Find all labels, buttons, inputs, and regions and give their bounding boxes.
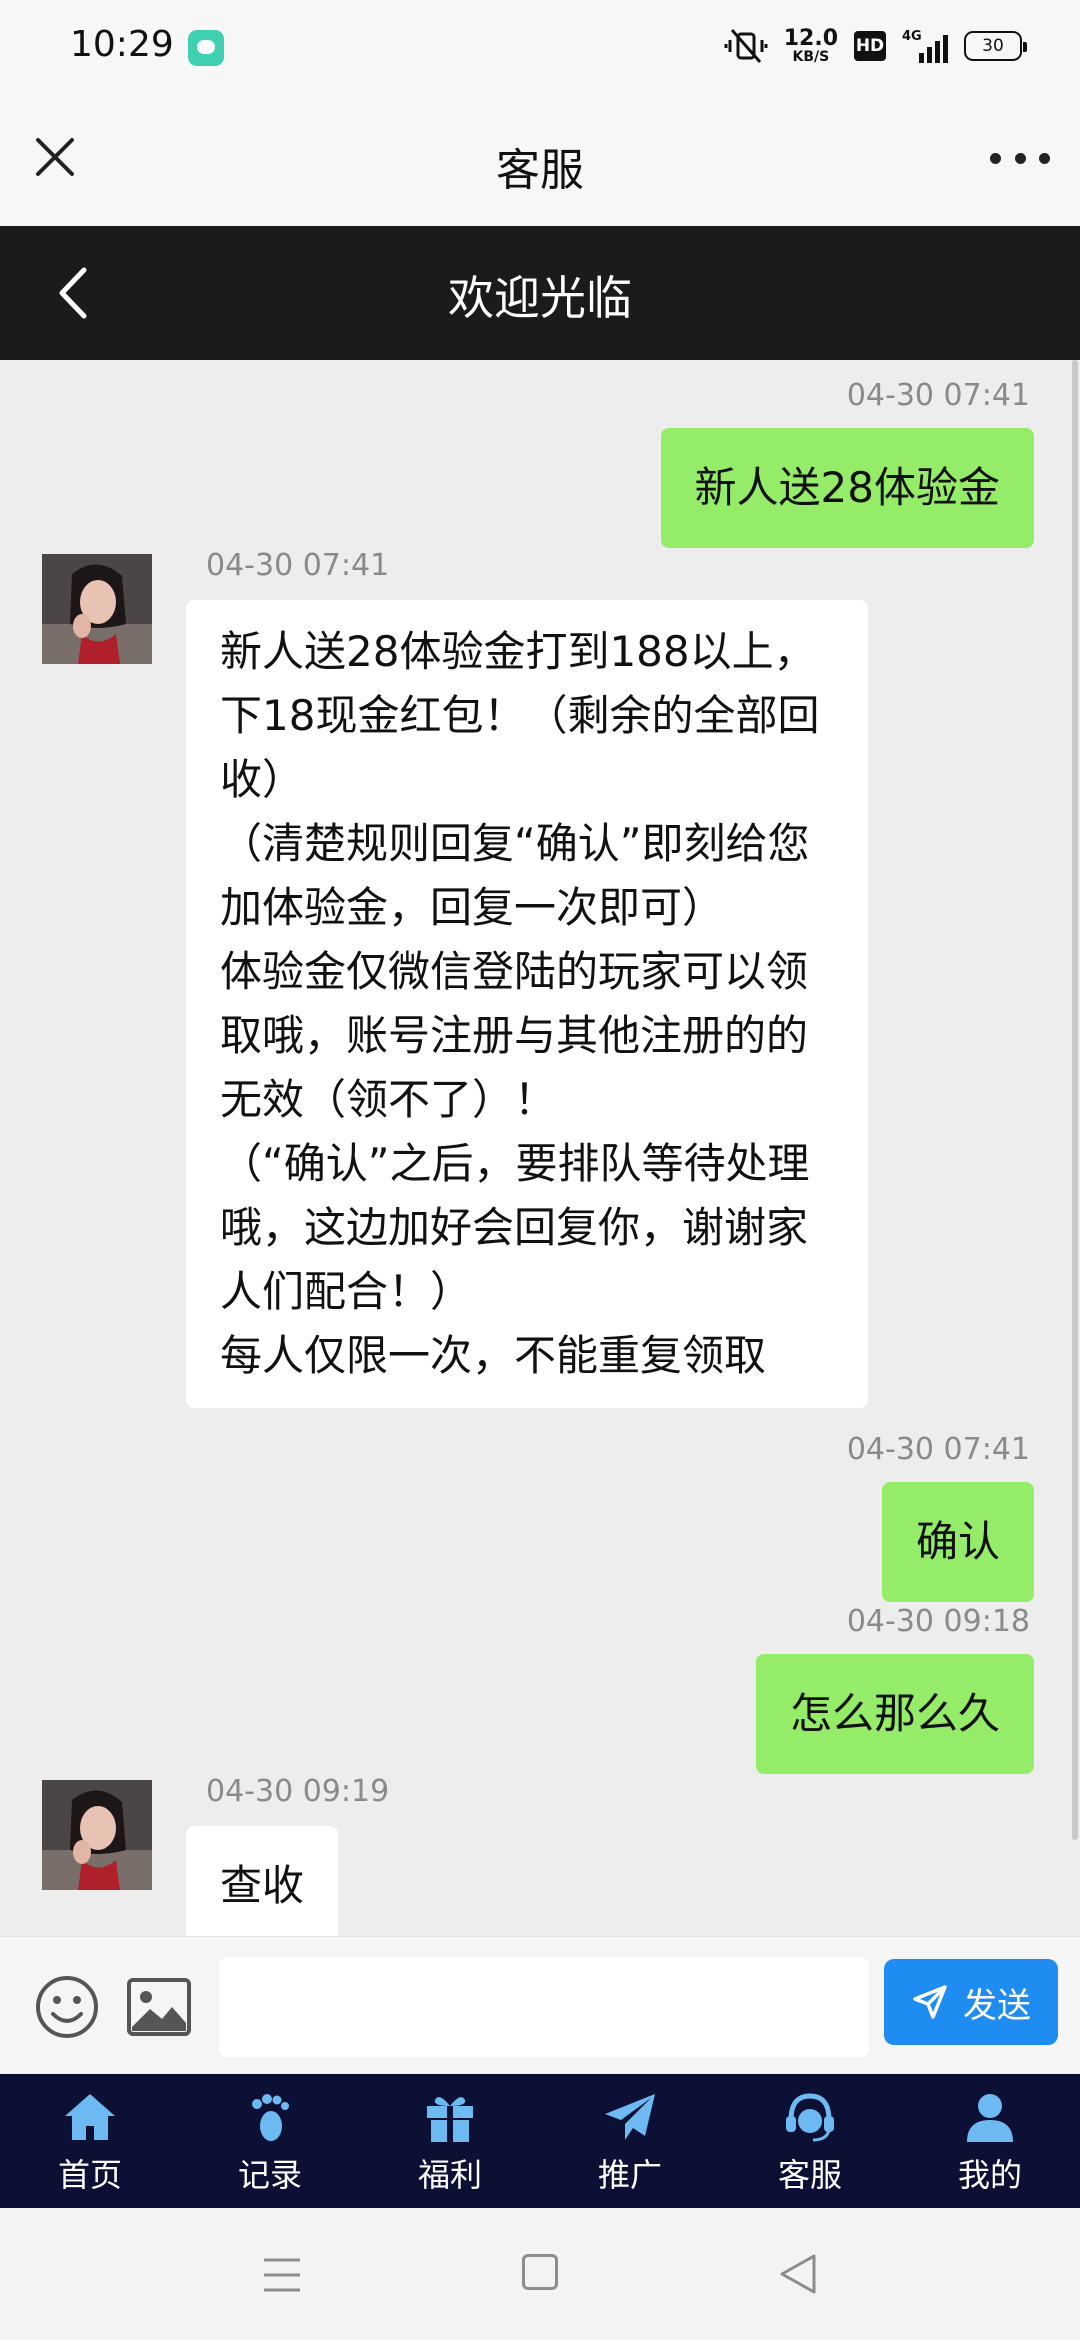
status-bar: 10:29 12.0 KB/S HD 4G 30 [0, 0, 1080, 96]
tab-records[interactable]: 记录 [180, 2074, 360, 2208]
system-navigation-bar [0, 2208, 1080, 2340]
message-timestamp: 04-30 09:19 [206, 1774, 390, 1809]
message-text: 收） [220, 755, 305, 804]
message-text: 取哦，账号注册与其他注册的的 [220, 1011, 809, 1060]
signal-icon: 4G [902, 29, 948, 63]
message-text: 人们配合！） [220, 1267, 473, 1316]
avatar[interactable] [42, 1780, 152, 1890]
message-text: （“确认”之后，要排队等待处理 [220, 1139, 810, 1188]
title-bar: 客服 [0, 96, 1080, 226]
net-speed-value: 12.0 [783, 26, 838, 51]
tab-mine[interactable]: 我的 [900, 2074, 1080, 2208]
message-timestamp: 04-30 07:41 [846, 378, 1030, 413]
message-timestamp: 04-30 07:41 [206, 548, 390, 583]
avatar[interactable] [42, 554, 152, 664]
hd-icon: HD [854, 31, 886, 61]
recent-apps-icon[interactable] [262, 2256, 302, 2294]
message-timestamp: 04-30 07:41 [846, 1432, 1030, 1467]
message-text: 体验金仅微信登陆的玩家可以领 [220, 947, 809, 996]
outgoing-message-bubble[interactable]: 确认 [881, 1482, 1034, 1602]
chat-header: 欢迎光临 [0, 226, 1080, 360]
bottom-tab-bar: 首页 记录 福利 推广 客服 我的 [0, 2074, 1080, 2208]
app-notification-icon [188, 30, 224, 66]
chat-messages[interactable]: 04-30 07:41 新人送28体验金 04-30 07:41 新人送28体验… [0, 360, 1080, 1946]
gift-icon [427, 2097, 473, 2142]
message-composer: 发送 [0, 1936, 1080, 2074]
message-text: 新人送28体验金打到188以上， [220, 627, 816, 676]
tab-label: 客服 [777, 2156, 842, 2194]
message-text: （清楚规则回复“确认”即刻给您 [220, 819, 810, 868]
message-text: 新人送28体验金 [694, 463, 1000, 512]
status-icons: 12.0 KB/S HD 4G 30 [724, 26, 1027, 65]
message-text: 怎么那么久 [789, 1689, 1000, 1738]
vibrate-mute-icon [724, 28, 768, 64]
net-speed-unit: KB/S [792, 49, 830, 65]
message-text: 哦，这边加好会回复你，谢谢家 [220, 1203, 809, 1252]
tab-customer-service[interactable]: 客服 [720, 2074, 900, 2208]
message-timestamp: 04-30 09:18 [846, 1604, 1030, 1639]
tab-welfare[interactable]: 福利 [360, 2074, 540, 2208]
message-text: 查收 [220, 1861, 305, 1910]
status-time: 10:29 [70, 24, 174, 65]
incoming-message-bubble[interactable]: 新人送28体验金打到188以上， 下18现金红包！（剩余的全部回 收） （清楚规… [186, 600, 868, 1408]
send-button[interactable]: 发送 [884, 1959, 1058, 2045]
user-icon [967, 2094, 1013, 2142]
back-triangle-icon[interactable] [778, 2252, 818, 2296]
more-options-icon[interactable] [990, 146, 1050, 170]
message-text: 每人仅限一次，不能重复领取 [220, 1331, 767, 1380]
battery-level: 30 [982, 36, 1004, 56]
footprint-icon [252, 2094, 289, 2141]
message-text: 下18现金红包！（剩余的全部回 [220, 691, 820, 740]
battery-icon: 30 [964, 31, 1027, 61]
tab-label: 福利 [417, 2156, 482, 2194]
send-icon [913, 1985, 947, 2019]
home-icon [65, 2094, 115, 2140]
chat-header-title: 欢迎光临 [448, 271, 632, 325]
message-text: 加体验金，回复一次即可） [220, 883, 725, 932]
send-label: 发送 [963, 1985, 1031, 2026]
page-title: 客服 [496, 145, 584, 196]
scrollbar[interactable] [1072, 360, 1078, 1840]
tab-label: 记录 [237, 2156, 302, 2194]
tab-label: 我的 [957, 2156, 1022, 2194]
headset-icon [786, 2093, 834, 2142]
tab-promote[interactable]: 推广 [540, 2074, 720, 2208]
image-icon[interactable] [126, 1977, 192, 2037]
outgoing-message-bubble[interactable]: 怎么那么久 [755, 1654, 1034, 1774]
message-input[interactable] [219, 1957, 869, 2057]
tab-home[interactable]: 首页 [0, 2074, 180, 2208]
emoji-icon[interactable] [34, 1974, 100, 2040]
outgoing-message-bubble[interactable]: 新人送28体验金 [660, 428, 1034, 548]
home-button-icon[interactable] [522, 2254, 558, 2290]
incoming-message-bubble[interactable]: 查收 [186, 1826, 339, 1946]
tab-label: 推广 [597, 2156, 662, 2194]
message-text: 无效（领不了）！ [220, 1075, 557, 1124]
net-speed: 12.0 KB/S [783, 26, 838, 65]
paper-plane-icon [605, 2094, 655, 2140]
tab-label: 首页 [57, 2156, 122, 2194]
message-text: 确认 [915, 1517, 1000, 1566]
